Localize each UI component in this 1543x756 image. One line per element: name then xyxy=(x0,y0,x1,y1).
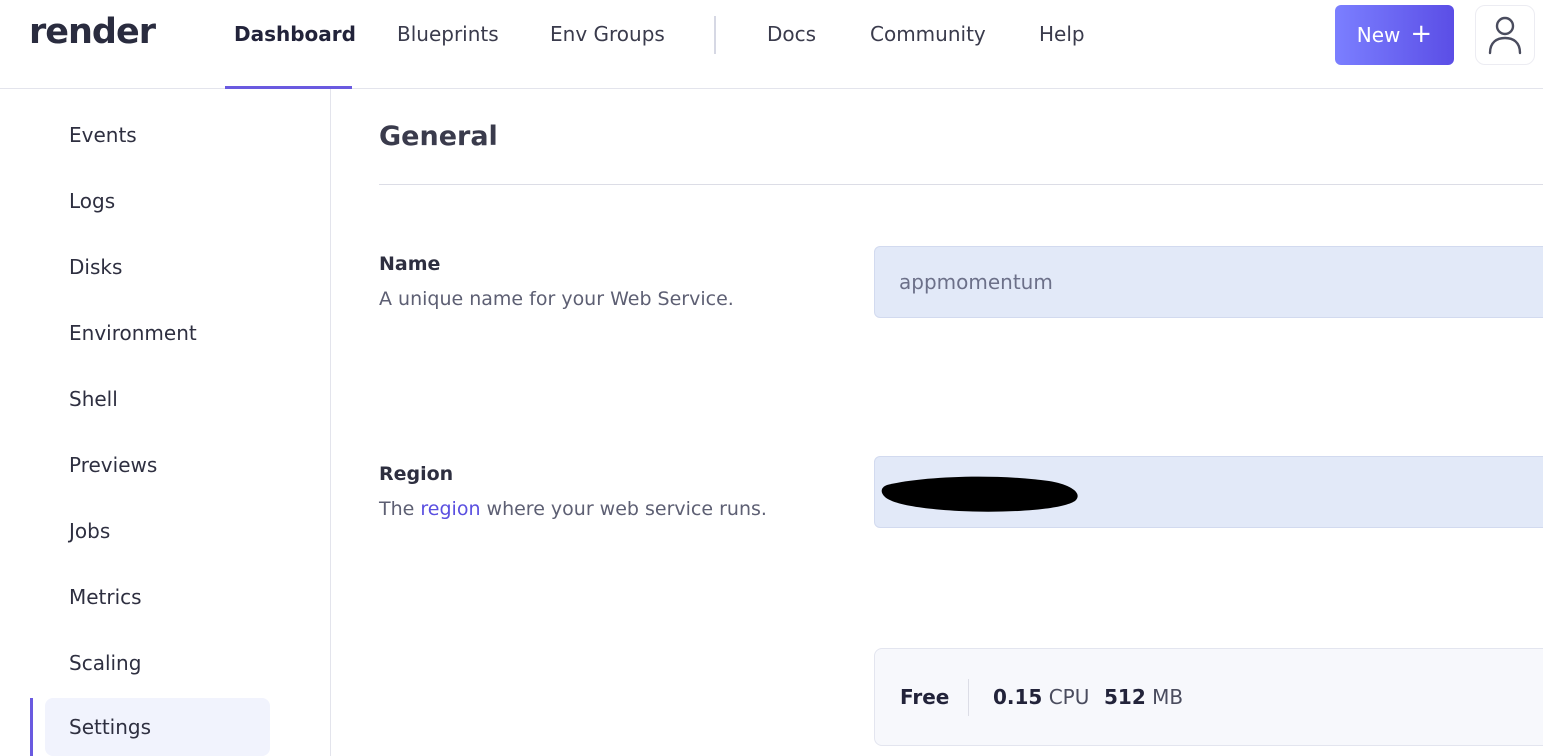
section-divider xyxy=(379,184,1543,185)
nav-blueprints[interactable]: Blueprints xyxy=(397,22,499,46)
sidebar-item-previews[interactable]: Previews xyxy=(45,436,270,494)
sidebar-item-settings[interactable]: Settings xyxy=(45,698,270,756)
nav-docs[interactable]: Docs xyxy=(767,22,816,46)
region-description-prefix: The xyxy=(379,498,421,520)
plan-name: Free xyxy=(900,685,950,709)
nav-divider xyxy=(714,16,716,54)
name-label: Name xyxy=(379,253,441,275)
new-button[interactable]: New + xyxy=(1335,5,1454,65)
plan-memory-value: 512 xyxy=(1104,685,1146,709)
nav-help[interactable]: Help xyxy=(1039,22,1085,46)
region-docs-link[interactable]: region xyxy=(420,498,480,520)
render-logo[interactable]: render xyxy=(29,12,156,52)
region-description-suffix: where your web service runs. xyxy=(480,498,767,520)
nav-dashboard[interactable]: Dashboard xyxy=(234,22,356,46)
sidebar-item-events[interactable]: Events xyxy=(45,106,270,164)
sidebar-item-disks[interactable]: Disks xyxy=(45,238,270,296)
region-description: The region where your web service runs. xyxy=(379,498,767,520)
user-icon xyxy=(1488,16,1522,55)
plan-cpu-unit: CPU xyxy=(1048,685,1090,709)
service-sidebar: Events Logs Disks Environment Shell Prev… xyxy=(0,89,331,756)
user-menu-button[interactable] xyxy=(1475,5,1535,65)
settings-main: General Name A unique name for your Web … xyxy=(331,89,1543,756)
redaction-scribble xyxy=(881,476,1078,512)
plan-memory-unit: MB xyxy=(1152,685,1184,709)
sidebar-item-shell[interactable]: Shell xyxy=(45,370,270,428)
nav-env-groups[interactable]: Env Groups xyxy=(550,22,665,46)
sidebar-item-environment[interactable]: Environment xyxy=(45,304,270,362)
sidebar-item-metrics[interactable]: Metrics xyxy=(45,568,270,626)
instance-plan-card[interactable]: Free 0.15 CPU 512 MB xyxy=(874,648,1543,746)
plan-cpu: 0.15 CPU xyxy=(993,685,1089,709)
name-input[interactable]: appmomentum xyxy=(874,246,1543,318)
plan-memory: 512 MB xyxy=(1104,685,1183,709)
name-input-value: appmomentum xyxy=(899,270,1053,294)
sidebar-item-logs[interactable]: Logs xyxy=(45,172,270,230)
sidebar-item-scaling[interactable]: Scaling xyxy=(45,634,270,692)
plus-icon: + xyxy=(1410,18,1433,49)
name-description: A unique name for your Web Service. xyxy=(379,288,734,310)
top-navigation-bar: render Dashboard Blueprints Env Groups D… xyxy=(0,0,1543,89)
region-select[interactable] xyxy=(874,456,1543,528)
plan-separator xyxy=(968,679,969,716)
new-button-label: New xyxy=(1356,23,1401,47)
section-title: General xyxy=(379,121,498,152)
nav-community[interactable]: Community xyxy=(870,22,986,46)
sidebar-item-jobs[interactable]: Jobs xyxy=(45,502,270,560)
plan-cpu-value: 0.15 xyxy=(993,685,1043,709)
active-sidebar-indicator xyxy=(30,698,33,756)
region-label: Region xyxy=(379,463,454,485)
